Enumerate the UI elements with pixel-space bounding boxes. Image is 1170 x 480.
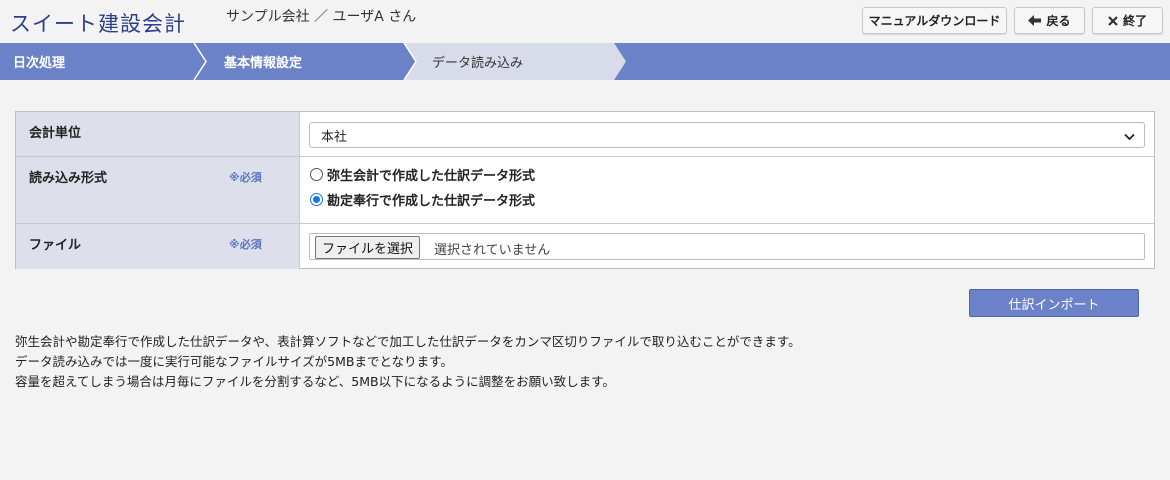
choose-file-button[interactable]: ファイルを選択 [315,236,421,259]
arrow-left-icon [1028,15,1042,26]
format-option-label: 勘定奉行で作成した仕訳データ形式 [327,194,536,209]
format-option-yayoi[interactable]: 弥生会計で作成した仕訳データ形式 [310,165,535,184]
form-row-format: 読み込み形式 ※必須 弥生会計で作成した仕訳データ形式 勘定奉行で作成した仕訳デ… [16,157,1154,224]
file-label: ファイル [29,238,82,253]
required-badge: ※必須 [229,238,262,251]
import-form: 会計単位 本社 読み込み形式 ※必須 弥生会計で作成した仕訳データ形式 勘定奉行… [15,111,1155,269]
unit-select[interactable]: 本社 [309,122,1145,148]
back-label: 戻る [1046,14,1071,28]
required-badge: ※必須 [229,171,262,184]
breadcrumb-item-daily[interactable]: 日次処理 [13,43,65,80]
radio-button[interactable] [310,193,323,206]
exit-button[interactable]: 終了 [1092,7,1163,34]
notes: 弥生会計や勘定奉行で作成した仕訳データや、表計算ソフトなどで加工した仕訳データを… [15,332,801,392]
label-cell: 読み込み形式 ※必須 [16,157,300,223]
chevron-down-icon [1124,130,1135,145]
note-line: 容量を超えてしまう場合は月毎にファイルを分割するなど、5MB以下になるように調整… [15,374,615,389]
breadcrumb-item-data-import: データ読み込み [432,56,524,71]
app-title: スイート建設会計 [10,12,186,36]
form-row-unit: 会計単位 本社 [16,112,1154,157]
label-cell: ファイル ※必須 [16,224,300,269]
breadcrumb-arrows [193,43,626,80]
note-line: 弥生会計や勘定奉行で作成した仕訳データや、表計算ソフトなどで加工した仕訳データを… [15,334,801,349]
back-button[interactable]: 戻る [1014,7,1085,34]
user-info: サンプル会社 ／ ユーザA さん [226,9,417,25]
manual-download-button[interactable]: マニュアルダウンロード [862,7,1007,34]
format-option-bugyo[interactable]: 勘定奉行で作成した仕訳データ形式 [310,190,535,209]
exit-label: 終了 [1122,14,1147,28]
form-row-file: ファイル ※必須 ファイルを選択 選択されていません [16,224,1154,269]
breadcrumb-item-basic-settings[interactable]: 基本情報設定 [224,43,302,80]
close-icon [1108,15,1118,26]
unit-label: 会計単位 [29,126,82,141]
breadcrumb: 日次処理 基本情報設定 データ読み込み [0,43,1170,80]
import-journal-button[interactable]: 仕訳インポート [969,289,1139,317]
format-label: 読み込み形式 [29,171,108,186]
manual-download-label: マニュアルダウンロード [868,14,1001,28]
radio-button[interactable] [310,168,323,181]
unit-select-value: 本社 [321,129,348,145]
file-input[interactable]: ファイルを選択 選択されていません [309,233,1145,260]
file-status-text: 選択されていません [434,243,551,258]
label-cell: 会計単位 [16,112,300,156]
format-option-label: 弥生会計で作成した仕訳データ形式 [327,169,536,184]
note-line: データ読み込みでは一度に実行可能なファイルサイズが5MBまでとなります。 [15,354,453,369]
